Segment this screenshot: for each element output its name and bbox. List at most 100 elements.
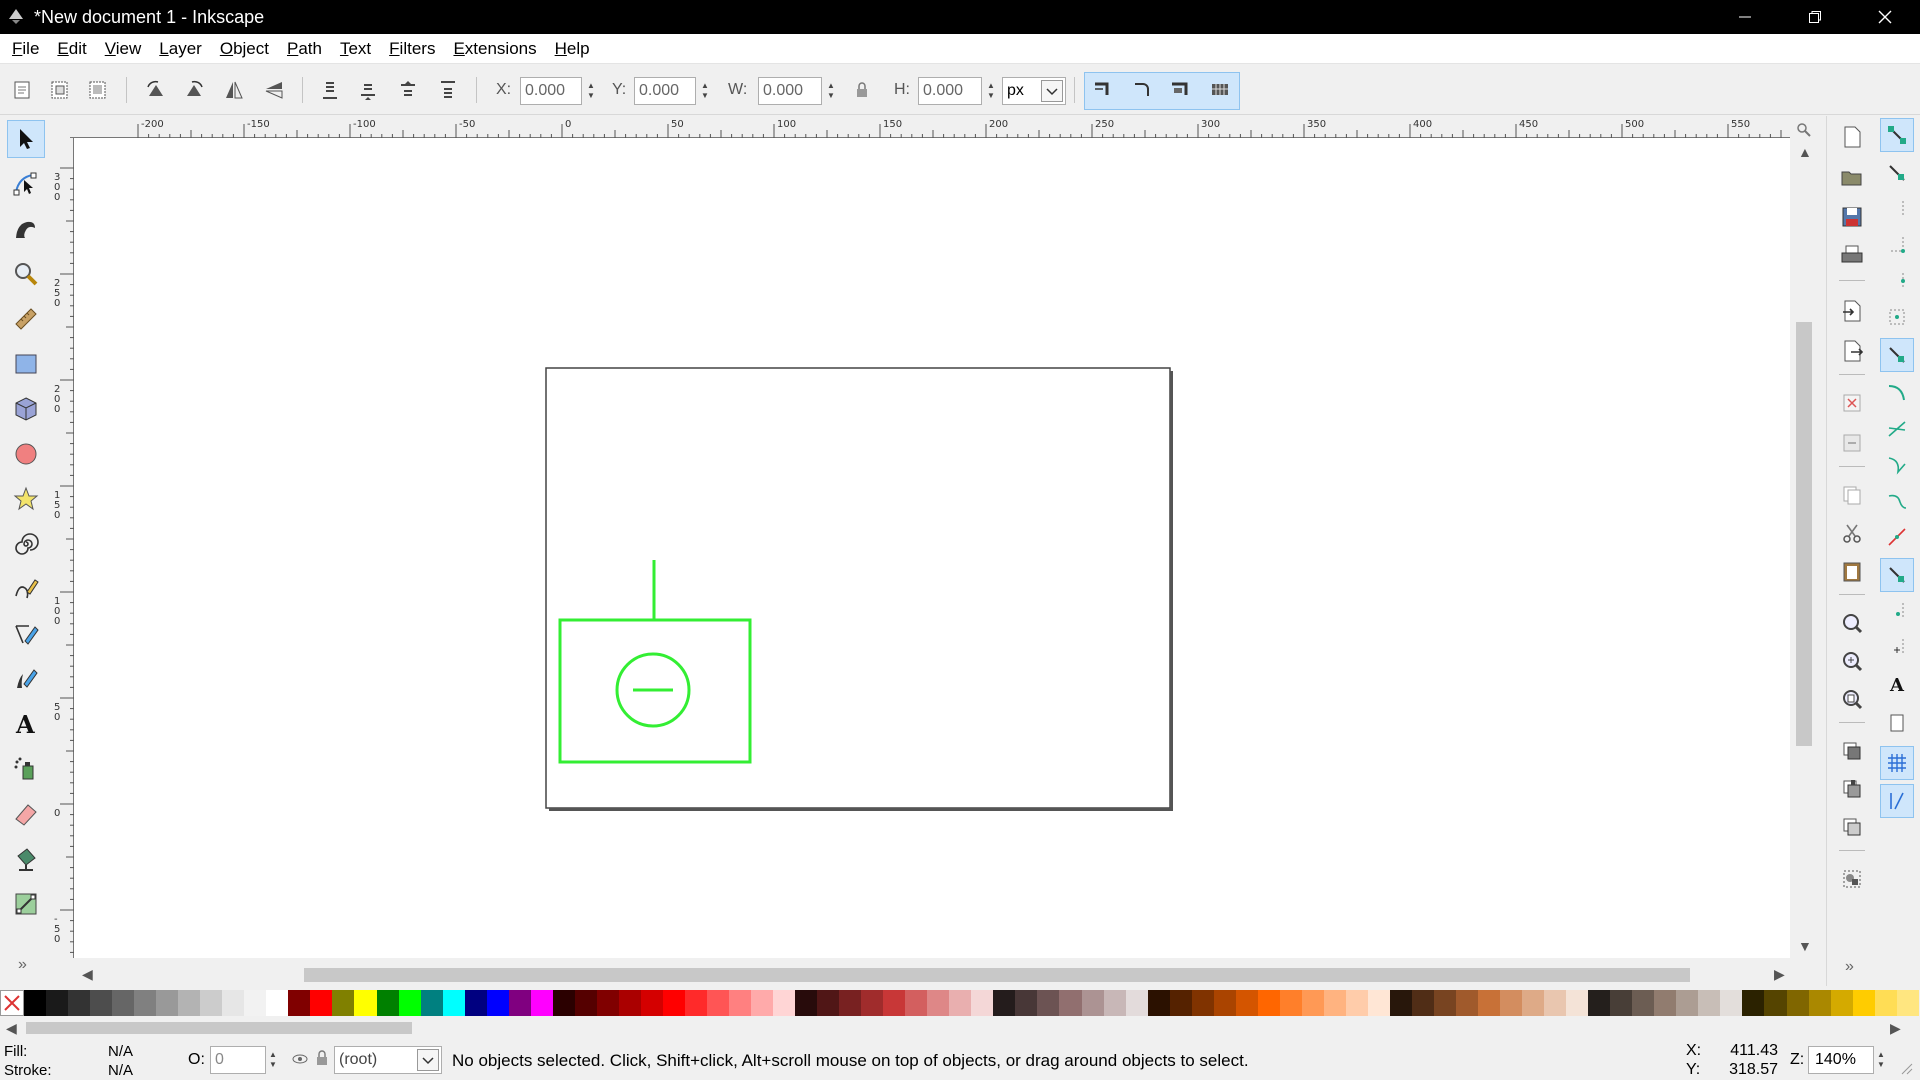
snap-bbox-corner-button[interactable]: [1880, 228, 1914, 262]
snap-rotation-center-button[interactable]: [1880, 630, 1914, 664]
menu-text[interactable]: Text: [332, 39, 379, 59]
deselect-button[interactable]: [84, 76, 112, 104]
color-swatch[interactable]: [1786, 990, 1809, 1016]
color-swatch[interactable]: [24, 990, 47, 1016]
flip-horizontal-button[interactable]: [220, 76, 248, 104]
stroke-value[interactable]: N/A: [108, 1062, 133, 1079]
color-swatch[interactable]: [1301, 990, 1324, 1016]
zoom-tool[interactable]: [7, 255, 45, 293]
color-swatch[interactable]: [1434, 990, 1457, 1016]
print-button[interactable]: [1835, 238, 1869, 272]
scroll-up-icon[interactable]: ▲: [1798, 144, 1812, 160]
pen-tool[interactable]: [7, 615, 45, 653]
x-field[interactable]: 0.000: [520, 77, 582, 105]
layer-lock-icon[interactable]: [316, 1050, 328, 1071]
snap-bbox-edge-button[interactable]: [1880, 192, 1914, 226]
w-spinner[interactable]: ▲ ▼: [824, 77, 838, 105]
snap-smooth-button[interactable]: [1880, 484, 1914, 518]
fill-value[interactable]: N/A: [108, 1043, 133, 1060]
color-swatch[interactable]: [1015, 990, 1038, 1016]
scroll-right-icon[interactable]: ▶: [1774, 966, 1785, 983]
color-swatch[interactable]: [552, 990, 575, 1016]
color-swatch[interactable]: [1874, 990, 1897, 1016]
color-swatch[interactable]: [729, 990, 752, 1016]
close-button[interactable]: [1850, 0, 1920, 34]
scroll-down-icon[interactable]: ▼: [1798, 938, 1812, 954]
snap-grid-button[interactable]: [1880, 746, 1914, 780]
paste-button[interactable]: [1835, 554, 1869, 588]
group-button[interactable]: [1835, 862, 1869, 896]
minimize-button[interactable]: [1710, 0, 1780, 34]
palette-scroll-left-icon[interactable]: ◀: [6, 1020, 17, 1037]
vertical-scroll-thumb[interactable]: [1796, 322, 1812, 746]
selector-tool[interactable]: [7, 120, 45, 158]
clone-button[interactable]: [1835, 772, 1869, 806]
color-swatch[interactable]: [1500, 990, 1523, 1016]
more-commands-button[interactable]: »: [1845, 958, 1854, 976]
color-swatch[interactable]: [861, 990, 884, 1016]
color-swatch[interactable]: [46, 990, 69, 1016]
snap-page-border-button[interactable]: [1880, 706, 1914, 740]
paint-bucket-tool[interactable]: [7, 840, 45, 878]
color-swatch[interactable]: [574, 990, 597, 1016]
color-swatch[interactable]: [1610, 990, 1633, 1016]
horizontal-scroll-thumb[interactable]: [304, 968, 1690, 982]
color-swatch[interactable]: [222, 990, 245, 1016]
color-swatch[interactable]: [1411, 990, 1434, 1016]
horizontal-scrollbar[interactable]: ◀ ▶: [74, 962, 1818, 988]
vertical-scrollbar[interactable]: ▲ ▼: [1790, 116, 1818, 958]
3d-box-tool[interactable]: [7, 390, 45, 428]
duplicate-button[interactable]: [1835, 734, 1869, 768]
h-field[interactable]: 0.000: [918, 77, 982, 105]
color-swatch[interactable]: [1037, 990, 1060, 1016]
lower-button[interactable]: [354, 76, 382, 104]
color-swatch[interactable]: [1588, 990, 1611, 1016]
scale-stroke-toggle[interactable]: [1088, 76, 1116, 104]
color-swatch[interactable]: [1169, 990, 1192, 1016]
scroll-left-icon[interactable]: ◀: [82, 966, 93, 983]
color-swatch[interactable]: [1742, 990, 1765, 1016]
color-swatch[interactable]: [1698, 990, 1721, 1016]
color-swatch[interactable]: [266, 990, 289, 1016]
color-swatch[interactable]: [90, 990, 113, 1016]
save-button[interactable]: [1835, 200, 1869, 234]
horizontal-ruler[interactable]: -200 -150 -100 -50 0 50 100 150 200 250 300 350 400 4…: [70, 116, 1790, 138]
color-swatch[interactable]: [1345, 990, 1368, 1016]
color-swatch[interactable]: [1081, 990, 1104, 1016]
lock-ratio-button[interactable]: [848, 76, 876, 104]
color-swatch[interactable]: [156, 990, 179, 1016]
pencil-tool[interactable]: [7, 570, 45, 608]
color-swatch[interactable]: [1367, 990, 1390, 1016]
menu-edit[interactable]: Edit: [49, 39, 94, 59]
drawing-area[interactable]: [74, 138, 1790, 958]
color-swatch[interactable]: [1323, 990, 1346, 1016]
color-swatch[interactable]: [200, 990, 223, 1016]
color-swatch[interactable]: [795, 990, 818, 1016]
color-swatch[interactable]: [178, 990, 201, 1016]
color-swatch[interactable]: [817, 990, 840, 1016]
color-swatch[interactable]: [640, 990, 663, 1016]
menu-filters[interactable]: Filters: [381, 39, 443, 59]
gradient-tool[interactable]: [7, 885, 45, 923]
raise-button[interactable]: [394, 76, 422, 104]
color-swatch[interactable]: [464, 990, 487, 1016]
color-swatch[interactable]: [927, 990, 950, 1016]
color-swatch[interactable]: [244, 990, 267, 1016]
color-swatch[interactable]: [1456, 990, 1479, 1016]
color-swatch[interactable]: [751, 990, 774, 1016]
color-swatch[interactable]: [1720, 990, 1743, 1016]
no-paint-swatch[interactable]: [0, 990, 24, 1016]
zoom-spinner[interactable]: ▲ ▼: [1874, 1046, 1888, 1074]
color-swatch[interactable]: [662, 990, 685, 1016]
spiral-tool[interactable]: [7, 525, 45, 563]
color-swatch[interactable]: [596, 990, 619, 1016]
color-swatch[interactable]: [883, 990, 906, 1016]
rectangle-tool[interactable]: [7, 345, 45, 383]
star-tool[interactable]: [7, 480, 45, 518]
transform-gradient-toggle[interactable]: [1166, 76, 1194, 104]
zoom-field[interactable]: 140%: [1808, 1046, 1874, 1074]
eraser-tool[interactable]: [7, 795, 45, 833]
color-swatch[interactable]: [332, 990, 355, 1016]
redo-button[interactable]: [1835, 426, 1869, 460]
snap-path-intersection-button[interactable]: [1880, 412, 1914, 446]
